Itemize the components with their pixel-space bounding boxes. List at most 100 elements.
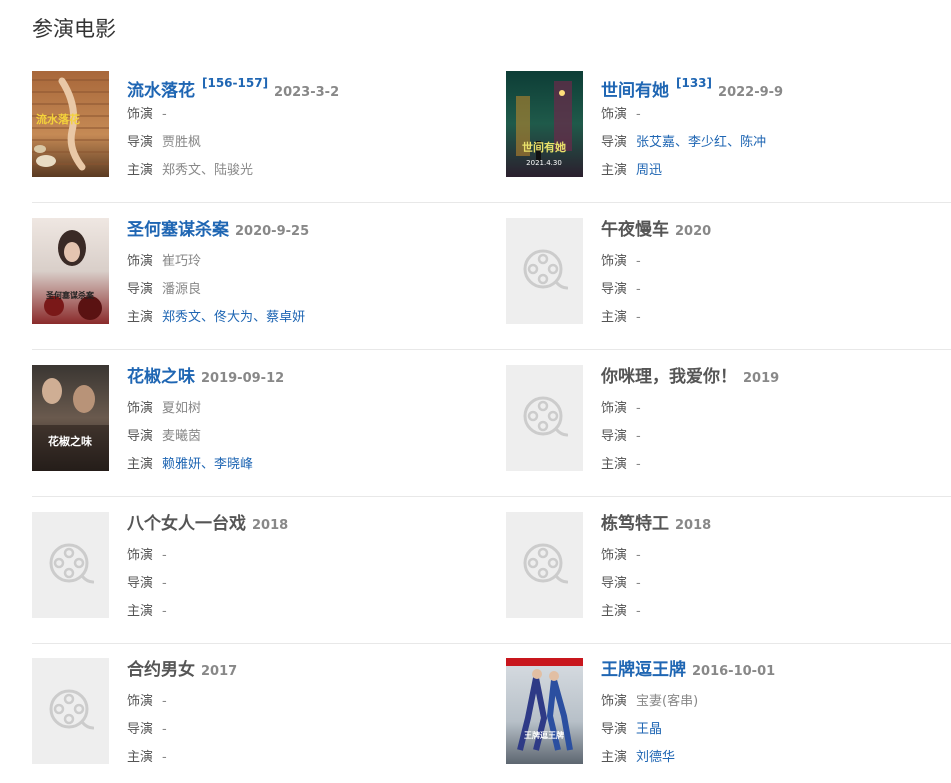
movie-title[interactable]: 圣何塞谋杀案 [127, 220, 229, 240]
role-value: - [636, 107, 641, 122]
poster-title-text: 世间有她 [522, 140, 566, 154]
movie-title[interactable]: 王牌逗王牌 [601, 660, 686, 680]
director-row: 导演 - [601, 574, 641, 594]
name-separator: 、 [675, 135, 689, 150]
person-link[interactable]: 李少红 [688, 135, 727, 150]
poster-artwork: 世间有她 2021.4.30 [506, 71, 583, 177]
cast-label: 主演 [601, 163, 628, 178]
person-name: - [162, 750, 167, 765]
person-name: - [162, 604, 167, 619]
director-row: 导演 - [601, 280, 641, 300]
cast-label: 主演 [601, 457, 628, 472]
movie-poster[interactable]: 世间有她 2021.4.30 [506, 71, 583, 177]
person-link[interactable]: 佟大为 [214, 310, 253, 325]
person-name: 麦曦茵 [162, 429, 202, 444]
role-value: - [636, 254, 641, 269]
reference-link[interactable]: [156-157] [202, 76, 268, 90]
person-link[interactable]: 刘德华 [636, 750, 675, 765]
release-date: 2022-9-9 [718, 85, 784, 100]
person-name: - [162, 576, 167, 591]
director-row: 导演 贾胜枫 [127, 133, 201, 153]
person-link[interactable]: 赖雅妍 [162, 457, 201, 472]
movie-poster[interactable]: 王牌逗王牌 [506, 658, 583, 764]
director-row: 导演 - [127, 720, 167, 740]
role-value: 宝妻(客串) [636, 694, 699, 709]
role-label: 饰演 [601, 107, 628, 122]
person-name: - [636, 457, 641, 472]
movie-poster[interactable]: 圣何塞谋杀案 [32, 218, 109, 324]
film-reel-icon [523, 543, 568, 584]
movie-title: 午夜慢车 [601, 220, 669, 240]
role-value: - [636, 401, 641, 416]
role-value: - [162, 694, 167, 709]
person-name: - [636, 282, 641, 297]
movie-title[interactable]: 世间有她 [601, 81, 669, 101]
cast-label: 主演 [127, 604, 154, 619]
movie-title-line: 世间有她 [133] 2022-9-9 [601, 71, 783, 101]
director-label: 导演 [601, 429, 628, 444]
poster-title-text: 流水落花 [36, 112, 80, 126]
row-divider [32, 202, 951, 203]
person-name: - [636, 576, 641, 591]
poster-artwork: 流水落花 [32, 71, 109, 177]
movie-title[interactable]: 花椒之味 [127, 367, 195, 387]
director-label: 导演 [601, 282, 628, 297]
movie-title-line: 你咪理，我爱你！ 2019 [601, 365, 779, 389]
person-link[interactable]: 陈冲 [740, 135, 766, 150]
release-date: 2019 [743, 371, 780, 386]
role-value: 崔巧玲 [162, 254, 202, 269]
movie-title-line: 午夜慢车 2020 [601, 218, 711, 242]
director-label: 导演 [127, 576, 154, 591]
release-date: 2023-3-2 [274, 85, 340, 100]
role-row: 饰演 - [127, 546, 167, 566]
role-label: 饰演 [601, 694, 628, 709]
movie-poster[interactable]: 流水落花 [32, 71, 109, 177]
movie-poster[interactable]: 花椒之味 [32, 365, 109, 471]
person-link[interactable]: 周迅 [636, 163, 662, 178]
cast-row: 主演 - [601, 455, 641, 475]
release-date: 2020-9-25 [235, 224, 310, 239]
role-value: - [636, 548, 641, 563]
role-label: 饰演 [127, 401, 154, 416]
poster-artwork: 王牌逗王牌 [506, 658, 583, 764]
person-link[interactable]: 张艾嘉 [636, 135, 675, 150]
person-link[interactable]: 李晓峰 [214, 457, 253, 472]
director-label: 导演 [127, 722, 154, 737]
person-link[interactable]: 王晶 [636, 722, 662, 737]
person-link[interactable]: 蔡卓妍 [266, 310, 305, 325]
movie-card: 你咪理，我爱你！ 2019 饰演 - 导演 - 主演 - [506, 365, 946, 475]
name-separator: 、 [727, 135, 741, 150]
movie-card: 合约男女 2017 饰演 - 导演 - 主演 - [32, 658, 472, 768]
movie-title: 八个女人一台戏 [127, 514, 246, 534]
movie-title-line: 八个女人一台戏 2018 [127, 512, 288, 536]
director-row: 导演 张艾嘉、李少红、陈冲 [601, 133, 766, 153]
movie-title: 合约男女 [127, 660, 195, 680]
name-separator: 、 [253, 310, 267, 325]
poster-placeholder [506, 218, 583, 324]
movie-title-line: 圣何塞谋杀案 2020-9-25 [127, 218, 309, 242]
role-label: 饰演 [127, 107, 154, 122]
film-reel-icon [523, 249, 568, 290]
movie-title[interactable]: 流水落花 [127, 81, 195, 101]
cast-label: 主演 [601, 310, 628, 325]
section-title: 参演电影 [32, 17, 116, 41]
movie-title: 你咪理，我爱你！ [601, 367, 737, 387]
reference-link[interactable]: [133] [676, 76, 712, 90]
director-row: 导演 麦曦茵 [127, 427, 201, 447]
role-row: 饰演 - [127, 105, 167, 125]
film-reel-icon [49, 689, 94, 730]
release-date: 2019-09-12 [201, 371, 285, 386]
cast-label: 主演 [127, 457, 154, 472]
movie-card: 圣何塞谋杀案 圣何塞谋杀案 2020-9-25 饰演 崔巧玲 导演 潘源良 主演 郑秀文、佟大为… [32, 218, 472, 328]
cast-row: 主演 刘德华 [601, 748, 675, 768]
person-link[interactable]: 郑秀文 [162, 310, 201, 325]
cast-label: 主演 [601, 604, 628, 619]
release-date: 2016-10-01 [692, 664, 776, 679]
movie-card: 世间有她 2021.4.30 世间有她 [133]2022-9-9 饰演 - 导演 张艾嘉、李… [506, 71, 946, 181]
role-row: 饰演 - [127, 692, 167, 712]
movie-title-line: 花椒之味 2019-09-12 [127, 365, 284, 389]
film-reel-icon [523, 396, 568, 437]
release-date: 2018 [675, 518, 712, 533]
poster-placeholder [506, 365, 583, 471]
director-row: 导演 - [127, 574, 167, 594]
